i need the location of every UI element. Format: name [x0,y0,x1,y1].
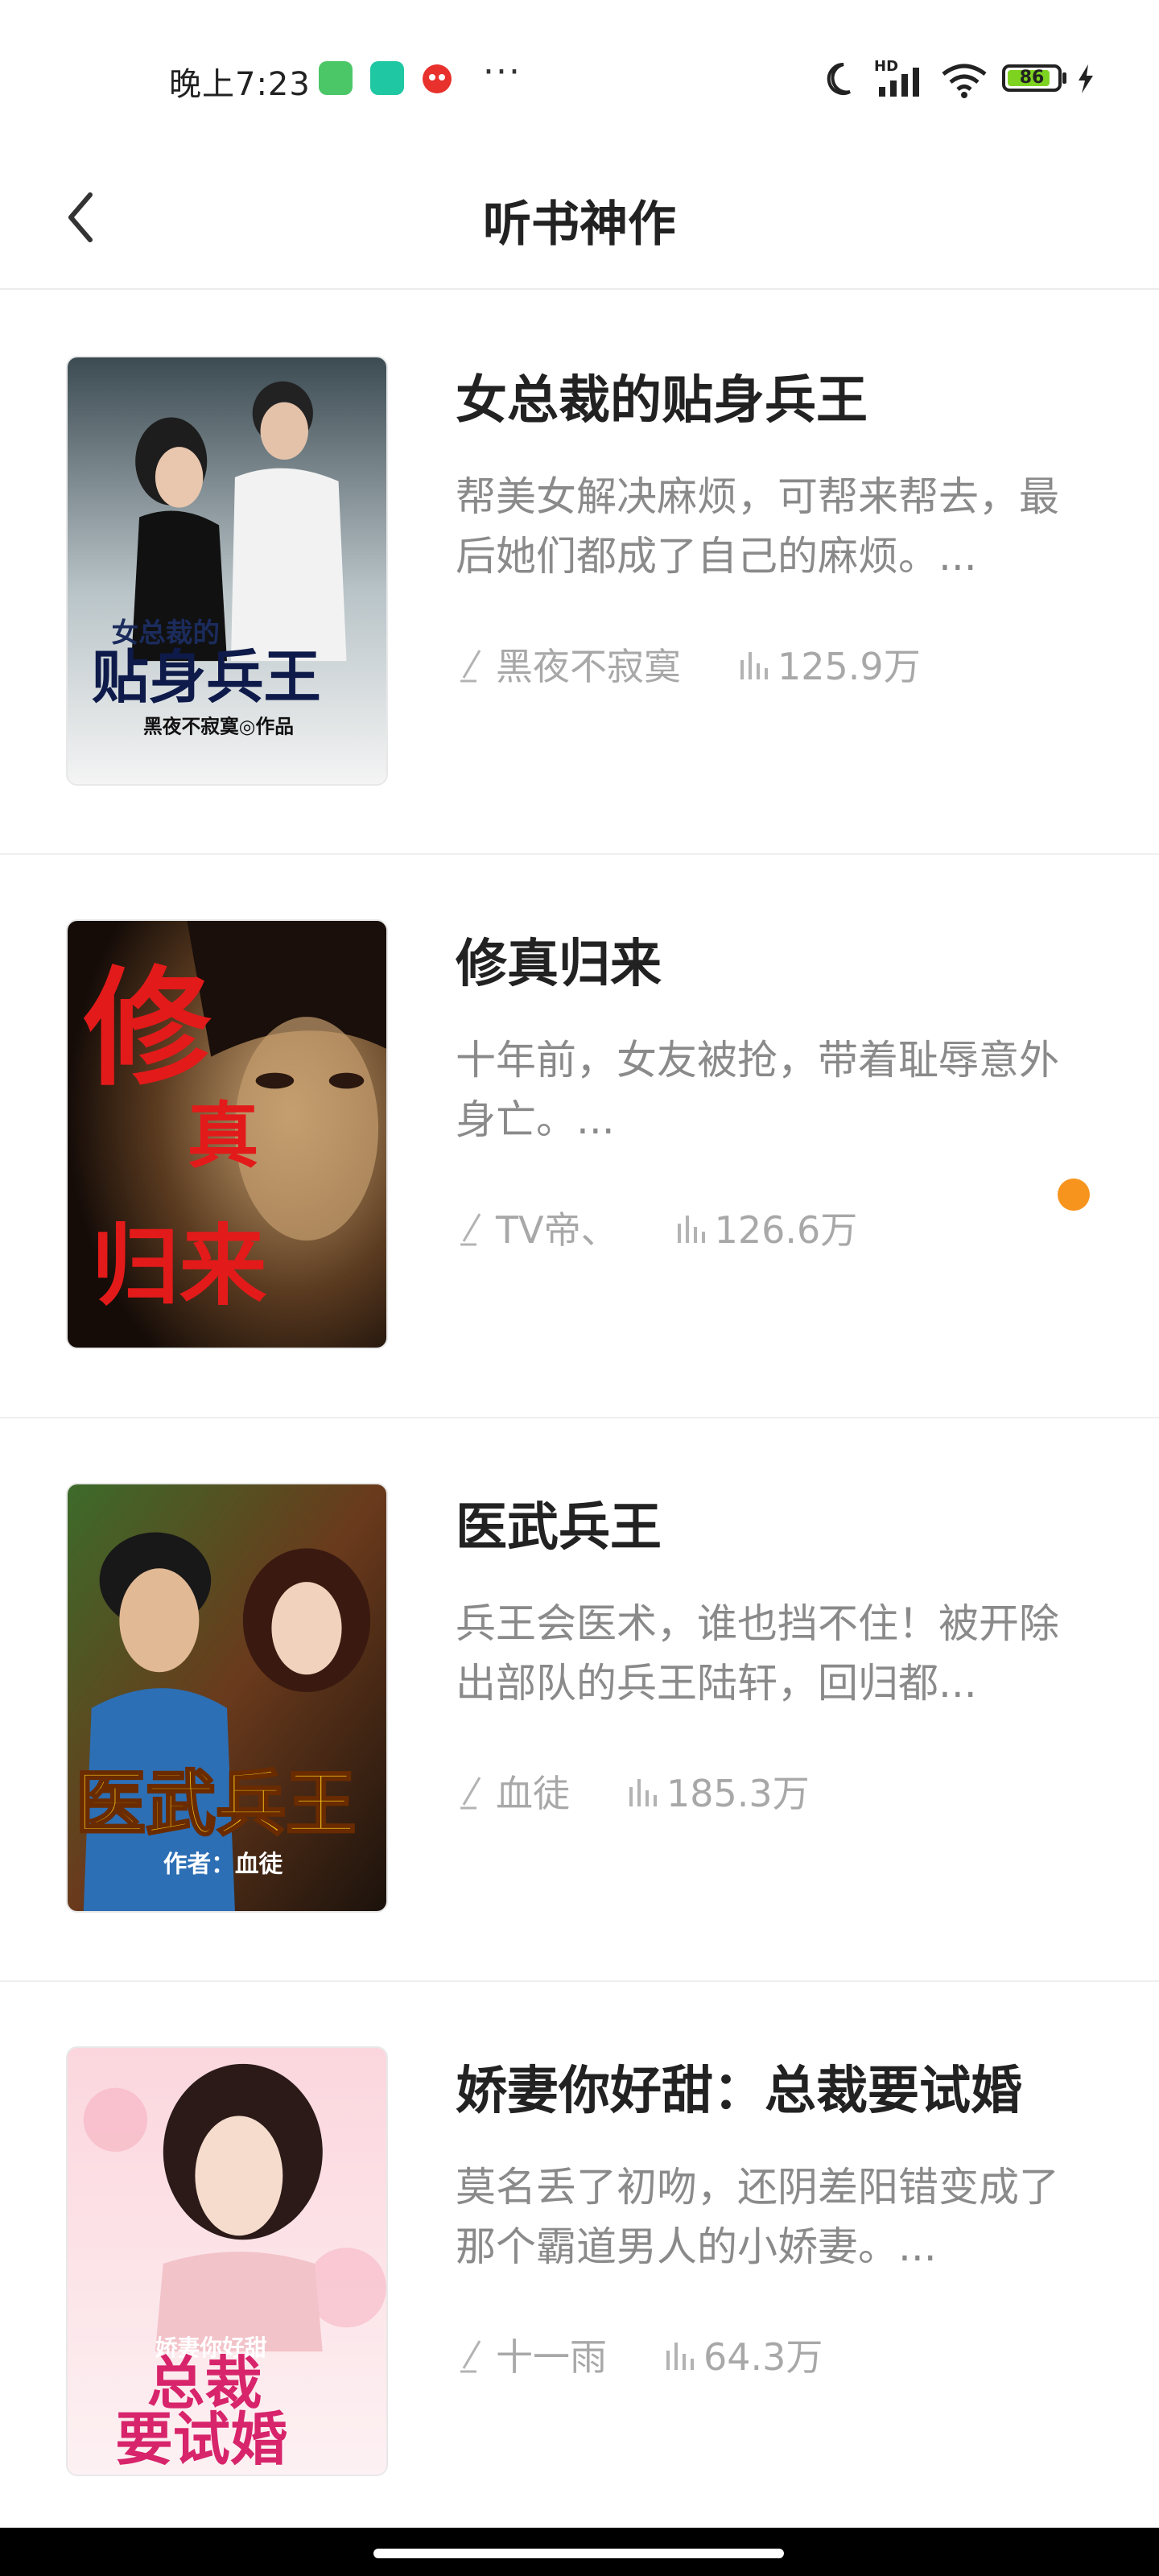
floating-indicator-dot[interactable] [1058,1179,1090,1211]
book-play-count: 64.3万 [703,2335,823,2379]
cover-author: 黑夜不寂寞◎作品 [143,715,294,737]
book-description: 兵王会医术，谁也挡不住！被开除出部队的兵王陆轩，回归都... [456,1600,1059,1707]
chart-bars-icon [666,2343,694,2370]
book-cover[interactable]: 医武兵王 作者：血徒 [66,1483,388,1913]
pen-icon [460,2340,481,2373]
book-title[interactable]: 修真归来 [456,923,662,997]
app-icon-green [319,61,353,95]
book-meta: TV帝、 126.6万 [456,1201,857,1254]
header: 听书神作 [0,153,1159,290]
book-play-count: 126.6万 [714,1208,858,1252]
book-author: 黑夜不寂寞 [496,645,681,688]
status-bar: 晚上7:23 ··· HD 86 [0,0,1159,153]
page-title: 听书神作 [483,196,676,253]
book-cover[interactable]: 娇妻你好甜 总裁 要试婚 [66,2046,388,2476]
list-item[interactable]: 医武兵王 作者：血徒 医武兵王 兵王会医术，谁也挡不住！被开除出部队的兵王陆轩，… [0,1417,1159,1982]
list-item[interactable]: 娇妻你好甜 总裁 要试婚 娇妻你好甜：总裁要试婚 莫名丢了初吻，还阴差阳错变成了… [0,1980,1159,2544]
chart-bars-icon [677,1216,705,1243]
battery-cap [1062,72,1066,84]
pen-icon [460,1777,481,1810]
book-meta: 十一雨 64.3万 [456,2328,823,2381]
book-cover[interactable]: 修 真 归来 [66,919,388,1349]
app-icon-teal [370,61,404,95]
cover-title-sub: 要试婚 [115,2406,287,2473]
book-cover[interactable]: 女总裁的 贴身兵王 黑夜不寂寞◎作品 [66,356,388,786]
book-author: 十一雨 [496,2335,607,2379]
home-indicator[interactable] [373,2549,784,2558]
wifi-icon [942,64,987,98]
book-play-count: 185.3万 [666,1772,810,1815]
cover-title-main: 医武兵王 [76,1763,356,1845]
signal-icon [879,68,919,97]
more-dots: ··· [483,52,522,93]
list-item[interactable]: 修 真 归来 修真归来 十年前，女友被抢，带着耻辱意外身亡。... TV帝、 1… [0,853,1159,1418]
book-description: 帮美女解决麻烦，可帮来帮去，最后她们都成了自己的麻烦。... [456,473,1059,580]
pen-icon [460,650,481,683]
battery-level: 86 [1019,68,1045,88]
book-title[interactable]: 娇妻你好甜：总裁要试婚 [456,2050,1022,2124]
moon-icon [827,62,851,95]
battery-icon: 86 [1002,64,1062,92]
pen-icon [460,1213,481,1246]
chart-bars-icon [740,652,768,679]
cover-title-main: 贴身兵王 [92,644,321,711]
book-author: 血徒 [496,1772,570,1815]
status-time: 晚上7:23 [169,66,311,103]
chart-bars-icon [629,1779,657,1806]
book-play-count: 125.9万 [777,645,921,688]
book-description: 莫名丢了初吻，还阴差阳错变成了那个霸道男人的小娇妻。... [456,2164,1059,2270]
book-author: TV帝、 [496,1208,618,1252]
app-icon-red [420,61,454,95]
charging-icon [1079,64,1093,93]
cover-author: 作者：血徒 [163,1850,283,1878]
cover-title-3: 归来 [92,1215,267,1317]
book-title[interactable]: 医武兵王 [456,1486,662,1560]
cover-title-1: 修 [84,955,212,1103]
book-description: 十年前，女友被抢，带着耻辱意外身亡。... [456,1037,1059,1143]
book-title[interactable]: 女总裁的贴身兵王 [456,359,868,433]
cover-title-2: 真 [188,1095,259,1179]
list-item[interactable]: 女总裁的 贴身兵王 黑夜不寂寞◎作品 女总裁的贴身兵王 帮美女解决麻烦，可帮来帮… [0,290,1159,855]
book-meta: 黑夜不寂寞 125.9万 [456,638,921,691]
book-meta: 血徒 185.3万 [456,1765,810,1818]
